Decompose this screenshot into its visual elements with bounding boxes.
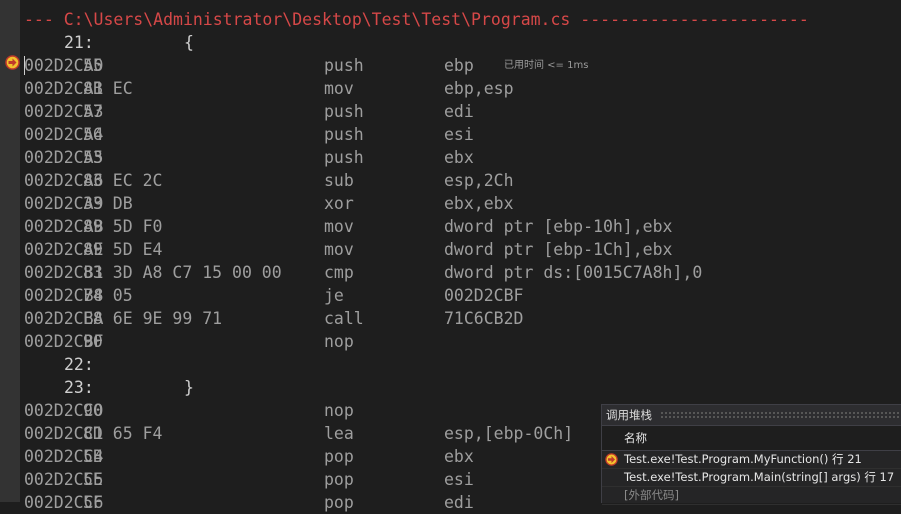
instruction-mnemonic: nop [324,401,354,420]
call-stack-frame[interactable]: Test.exe!Test.Program.MyFunction() 行 21 [602,451,901,469]
instruction-operands: esi [444,125,474,144]
call-stack-frame-text: Test.exe!Test.Program.MyFunction() 行 21 [624,452,862,466]
instruction-mnemonic: push [324,125,364,144]
instruction-bytes: 5F [83,493,103,512]
perf-tip-elapsed-time[interactable]: 已用时间 <= 1ms [504,54,588,77]
asm-instruction-row[interactable]: 002D2CAB 89 5D F0 mov dword ptr [ebp-10h],e… [24,215,884,238]
current-frame-arrow-icon [605,453,618,466]
indicator-margin[interactable] [0,0,20,502]
source-file-header: --- C:\Users\Administrator\Desktop\Test\… [24,10,809,29]
text-caret [24,56,25,75]
instruction-mnemonic: xor [324,194,354,213]
instruction-operands: edi [444,493,474,512]
call-stack-frame[interactable]: Test.exe!Test.Program.Main(string[] args… [602,469,901,487]
instruction-bytes: E8 6E 9E 99 71 [83,309,223,328]
instruction-operands: ebp [444,56,474,75]
asm-instruction-row[interactable]: 002D2CA9 33 DB xor ebx,ebx [24,192,884,215]
instruction-operands: esp,[ebp-0Ch] [444,424,574,443]
instruction-bytes: 90 [83,332,103,351]
instruction-operands: esi [444,470,474,489]
asm-instruction-row[interactable]: 002D2CB8 74 05 je 002D2CBF [24,284,884,307]
instruction-bytes: 33 DB [83,194,133,213]
instruction-mnemonic: push [324,56,364,75]
instruction-bytes: 83 EC 2C [83,171,163,190]
instruction-operands: esp,2Ch [444,171,514,190]
source-line-number: 21: [64,33,94,52]
instruction-mnemonic: pop [324,470,354,489]
call-stack-external-code[interactable]: [外部代码] [602,487,901,505]
instruction-bytes: 74 05 [83,286,133,305]
asm-instruction-row[interactable]: 002D2CA5 53 push ebx [24,146,884,169]
instruction-mnemonic: push [324,102,364,121]
call-stack-frame-text: [外部代码] [624,488,679,502]
instruction-operands: ebx [444,447,474,466]
instruction-operands: 002D2CBF [444,286,524,305]
instruction-mnemonic: nop [324,332,354,351]
call-stack-title[interactable]: 调用堆栈 [602,405,901,425]
instruction-operands: edi [444,102,474,121]
instruction-mnemonic: sub [324,171,354,190]
instruction-operands: dword ptr ds:[0015C7A8h],0 [444,263,703,282]
call-stack-column-header[interactable]: 名称 [602,425,901,451]
asm-instruction-row[interactable]: 002D2CA0 55 push ebp 已用时间 <= 1ms [24,54,884,77]
source-line[interactable]: 21: { [24,31,884,54]
asm-instruction-row[interactable]: 002D2CA4 56 push esi [24,123,884,146]
instruction-mnemonic: mov [324,79,354,98]
asm-instruction-row[interactable]: 002D2CBA E8 6E 9E 99 71 call 71C6CB2D [24,307,884,330]
instruction-bytes: 83 3D A8 C7 15 00 00 [83,263,282,282]
source-line[interactable]: 23:} [24,376,884,399]
instruction-bytes: 56 [83,125,103,144]
instruction-mnemonic: call [324,309,364,328]
source-code: } [184,378,194,397]
source-line[interactable]: 22: [24,353,884,376]
panel-grip [660,411,901,419]
instruction-bytes: 53 [83,148,103,167]
call-stack-title-text: 调用堆栈 [606,408,652,422]
instruction-mnemonic: pop [324,447,354,466]
instruction-bytes: 8B EC [83,79,133,98]
instruction-operands: ebx,ebx [444,194,514,213]
source-line-number: 22: [64,355,94,374]
asm-instruction-row[interactable]: 002D2CA1 8B EC mov ebp,esp [24,77,884,100]
asm-instruction-row[interactable]: 002D2CA3 57 push edi [24,100,884,123]
asm-instruction-row[interactable]: 002D2CAE 89 5D E4 mov dword ptr [ebp-1Ch],e… [24,238,884,261]
instruction-mnemonic: cmp [324,263,354,282]
instruction-mnemonic: mov [324,217,354,236]
instruction-operands: dword ptr [ebp-1Ch],ebx [444,240,673,259]
instruction-bytes: 55 [83,56,103,75]
asm-instruction-row[interactable]: 002D2CA6 83 EC 2C sub esp,2Ch [24,169,884,192]
instruction-operands: ebp,esp [444,79,514,98]
instruction-bytes: 90 [83,401,103,420]
instruction-operands: 71C6CB2D [444,309,524,328]
instruction-bytes: 5B [83,447,103,466]
instruction-mnemonic: mov [324,240,354,259]
call-stack-frame-text: Test.exe!Test.Program.Main(string[] args… [624,470,895,484]
instruction-operands: dword ptr [ebp-10h],ebx [444,217,673,236]
current-statement-arrow-icon [5,55,20,70]
instruction-mnemonic: pop [324,493,354,512]
source-code: { [184,33,194,52]
instruction-mnemonic: lea [324,424,354,443]
instruction-operands: ebx [444,148,474,167]
call-stack-panel: 调用堆栈 名称 Test.exe!Test.Program.MyFunction… [601,404,901,505]
instruction-bytes: 57 [83,102,103,121]
source-line-number: 23: [64,378,94,397]
instruction-mnemonic: je [324,286,344,305]
asm-instruction-row[interactable]: 002D2CBF 90 nop [24,330,884,353]
instruction-bytes: 5E [83,470,103,489]
instruction-bytes: 8D 65 F4 [83,424,163,443]
instruction-bytes: 89 5D F0 [83,217,163,236]
asm-instruction-row[interactable]: 002D2CB1 83 3D A8 C7 15 00 00 cmp dword ptr… [24,261,884,284]
instruction-mnemonic: push [324,148,364,167]
instruction-bytes: 89 5D E4 [83,240,163,259]
